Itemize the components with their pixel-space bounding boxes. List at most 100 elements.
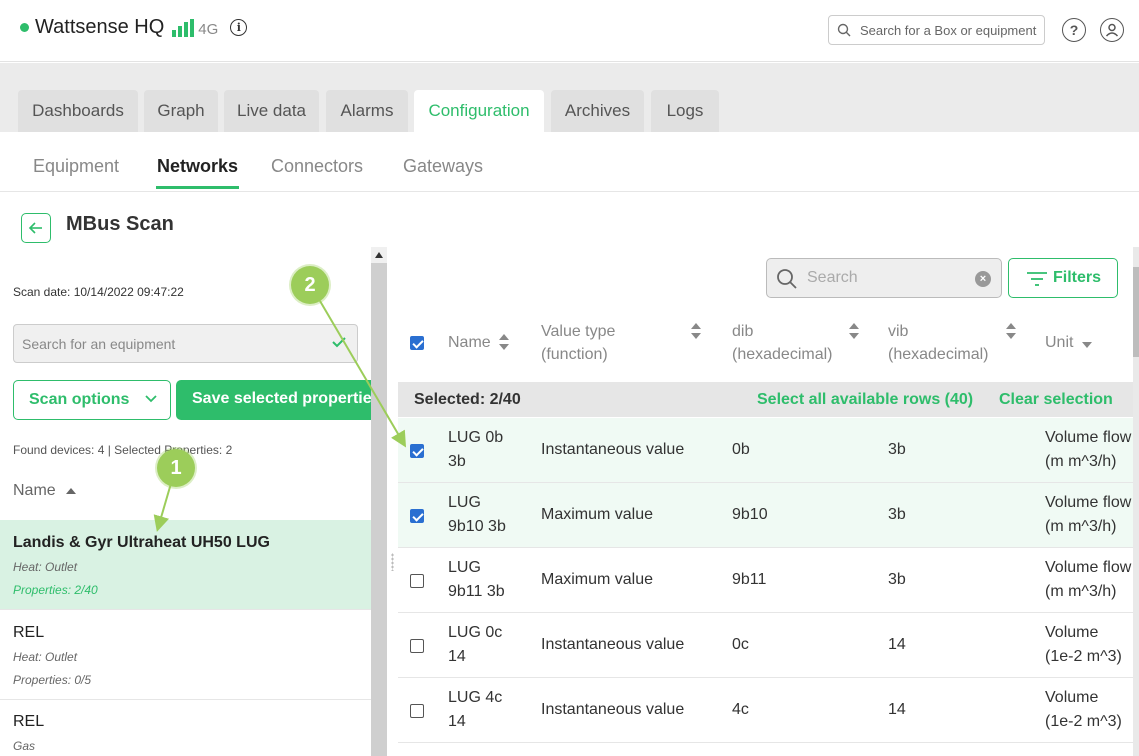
sort-icon[interactable] bbox=[849, 323, 859, 339]
check-icon bbox=[332, 337, 346, 348]
user-icon[interactable] bbox=[1100, 18, 1124, 42]
subtab-connectors[interactable]: Connectors bbox=[271, 156, 363, 177]
selected-count: Selected: 2/40 bbox=[414, 391, 521, 408]
global-search-placeholder: Search for a Box or equipment bbox=[860, 22, 1037, 38]
filters-button[interactable]: Filters bbox=[1008, 258, 1118, 298]
property-name-line1: LUG 0c bbox=[448, 624, 503, 641]
back-button[interactable] bbox=[21, 213, 51, 243]
select-all-checkbox[interactable] bbox=[410, 336, 424, 350]
table-row[interactable]: LUG 0c 14 Instantaneous value 0c 14 Volum… bbox=[398, 613, 1139, 678]
device-name: REL bbox=[13, 713, 45, 730]
sort-icon[interactable] bbox=[691, 323, 701, 339]
value-type-cell: Instantaneous value bbox=[541, 441, 685, 458]
column-value-type[interactable]: Value type (function) bbox=[541, 320, 615, 366]
site-indicator[interactable]: Wattsense HQ 4G i bbox=[20, 16, 248, 39]
help-icon[interactable]: ? bbox=[1062, 18, 1086, 42]
device-type: Heat: Outlet bbox=[13, 560, 78, 574]
clear-search-icon[interactable]: × bbox=[975, 271, 991, 287]
sort-icon[interactable] bbox=[499, 334, 509, 350]
table-row[interactable]: LUG 4c 14 Instantaneous value 4c 14 Volum… bbox=[398, 678, 1139, 743]
device-type: Gas bbox=[13, 739, 36, 753]
filters-label: Filters bbox=[1053, 269, 1102, 286]
dib-cell: 9b11 bbox=[732, 571, 767, 588]
tab-live-data[interactable]: Live data bbox=[224, 90, 319, 132]
column-name[interactable]: Name bbox=[448, 331, 491, 354]
unit-cell: Volume (1e-2 m^3) bbox=[1045, 686, 1122, 734]
vib-cell: 14 bbox=[888, 701, 906, 718]
subtab-networks[interactable]: Networks bbox=[157, 156, 238, 177]
property-name: LUG 0c 14 bbox=[448, 621, 502, 669]
unit-line1: Volume flow bbox=[1045, 494, 1132, 511]
tab-dashboards[interactable]: Dashboards bbox=[18, 90, 138, 132]
column-dib-sublabel: (hexadecimal) bbox=[732, 346, 833, 363]
property-name-line2: 3b bbox=[448, 453, 466, 470]
selection-bar: Selected: 2/40 Select all available rows… bbox=[398, 382, 1139, 417]
device-item[interactable]: REL Gas bbox=[0, 699, 371, 756]
property-name-line2: 9b10 3b bbox=[448, 518, 506, 535]
arrow-left-icon bbox=[28, 222, 42, 234]
dib-cell: 4c bbox=[732, 701, 749, 718]
property-name: LUG 9b10 3b bbox=[448, 491, 506, 539]
row-checkbox[interactable] bbox=[410, 574, 424, 588]
tab-graph[interactable]: Graph bbox=[144, 90, 218, 132]
tab-alarms[interactable]: Alarms bbox=[326, 90, 408, 132]
equipment-search-placeholder: Search for an equipment bbox=[22, 336, 176, 352]
unit-line2: (1e-2 m^3) bbox=[1045, 713, 1122, 730]
sub-tabs: Equipment Networks Connectors Gateways bbox=[0, 132, 1139, 192]
equipment-search-input[interactable]: Search for an equipment bbox=[13, 324, 358, 363]
tab-logs[interactable]: Logs bbox=[651, 90, 719, 132]
global-search-input[interactable]: Search for a Box or equipment bbox=[828, 15, 1045, 45]
device-item[interactable]: Landis & Gyr Ultraheat UH50 LUG Heat: Ou… bbox=[0, 520, 371, 610]
subtab-equipment[interactable]: Equipment bbox=[33, 156, 119, 177]
panel-resize-handle[interactable] bbox=[387, 247, 398, 756]
dib-cell: 0b bbox=[732, 441, 750, 458]
tab-archives[interactable]: Archives bbox=[551, 90, 644, 132]
select-all-rows-link[interactable]: Select all available rows (40) bbox=[757, 391, 973, 409]
column-unit[interactable]: Unit bbox=[1045, 331, 1073, 354]
row-checkbox[interactable] bbox=[410, 704, 424, 718]
properties-panel: Search × Filters Name Value type (functi… bbox=[398, 247, 1139, 756]
property-name-line1: LUG 0b bbox=[448, 429, 504, 446]
value-type-cell: Maximum value bbox=[541, 506, 654, 523]
column-dib[interactable]: dib (hexadecimal) bbox=[732, 320, 832, 366]
name-sort-header[interactable]: Name bbox=[13, 482, 77, 500]
device-properties: Properties: 2/40 bbox=[13, 583, 98, 597]
property-name: LUG 4c 14 bbox=[448, 686, 502, 734]
scrollbar-thumb[interactable] bbox=[1133, 267, 1139, 357]
save-selected-properties-button[interactable]: Save selected properties bbox=[176, 380, 371, 420]
tab-configuration[interactable]: Configuration bbox=[414, 90, 544, 132]
table-row[interactable]: LUG 9b11 3b Maximum value 9b11 3b Volume … bbox=[398, 548, 1139, 613]
sort-ascending-icon bbox=[66, 488, 77, 494]
table-row[interactable]: LUG 0b 3b Instantaneous value 0b 3b Volum… bbox=[398, 418, 1139, 483]
device-panel: Scan date: 10/14/2022 09:47:22 Search fo… bbox=[0, 247, 371, 756]
row-checkbox[interactable] bbox=[410, 639, 424, 653]
info-icon[interactable]: i bbox=[230, 19, 248, 36]
properties-search-placeholder: Search bbox=[807, 269, 858, 286]
properties-search-input[interactable]: Search × bbox=[766, 258, 1002, 298]
table-scrollbar[interactable] bbox=[1133, 247, 1139, 756]
unit-cell: Volume flow (m m^3/h) bbox=[1045, 491, 1131, 539]
unit-line1: Volume flow bbox=[1045, 559, 1132, 576]
unit-line2: (m m^3/h) bbox=[1045, 583, 1117, 600]
row-checkbox[interactable] bbox=[410, 444, 424, 458]
sort-icon[interactable] bbox=[1006, 323, 1016, 339]
subtab-gateways[interactable]: Gateways bbox=[403, 156, 483, 177]
column-dib-label: dib bbox=[732, 323, 754, 340]
sort-descending-icon[interactable] bbox=[1082, 342, 1092, 348]
scroll-up-icon[interactable] bbox=[371, 247, 387, 263]
column-vib[interactable]: vib (hexadecimal) bbox=[888, 320, 988, 366]
row-checkbox[interactable] bbox=[410, 509, 424, 523]
top-bar: Wattsense HQ 4G i Search for a Box or eq… bbox=[0, 0, 1139, 62]
clear-selection-link[interactable]: Clear selection bbox=[999, 391, 1113, 409]
device-item[interactable]: REL Heat: Outlet Properties: 0/5 bbox=[0, 610, 371, 700]
table-row[interactable]: LUG 9b10 3b Maximum value 9b10 3b Volume … bbox=[398, 483, 1139, 548]
property-name: LUG 0b 3b bbox=[448, 426, 503, 474]
search-icon bbox=[837, 23, 851, 37]
column-vib-label: vib bbox=[888, 323, 909, 340]
unit-line2: (m m^3/h) bbox=[1045, 453, 1117, 470]
property-name-line1: LUG bbox=[448, 559, 481, 576]
device-list-scrollbar[interactable] bbox=[371, 247, 387, 756]
scan-options-button[interactable]: Scan options bbox=[13, 380, 171, 420]
vib-cell: 3b bbox=[888, 506, 906, 523]
page-title: MBus Scan bbox=[66, 213, 174, 235]
